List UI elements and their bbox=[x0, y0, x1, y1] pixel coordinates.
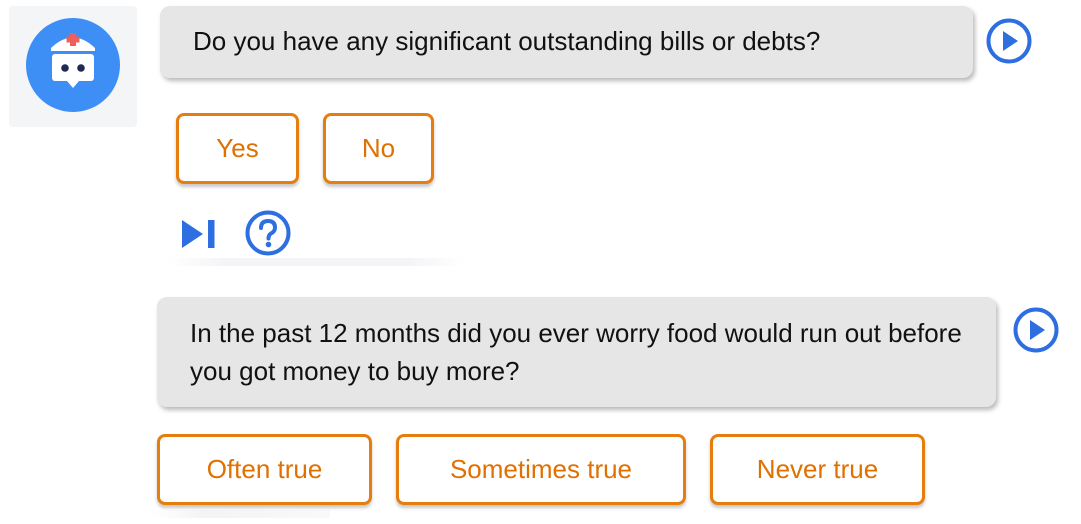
answer-button-yes[interactable]: Yes bbox=[176, 113, 299, 184]
bot-message-bubble: Do you have any significant outstanding … bbox=[160, 6, 973, 78]
bot-message-text: In the past 12 months did you ever worry… bbox=[190, 318, 962, 386]
nurse-bot-icon bbox=[26, 18, 120, 112]
divider bbox=[150, 510, 330, 518]
answer-label: Sometimes true bbox=[449, 454, 633, 484]
divider bbox=[168, 258, 465, 266]
skip-next-icon[interactable] bbox=[181, 218, 219, 250]
answer-button-sometimes-true[interactable]: Sometimes true bbox=[396, 434, 686, 505]
answer-button-never-true[interactable]: Never true bbox=[710, 434, 925, 505]
answer-label: No bbox=[361, 133, 396, 163]
chat-window: Do you have any significant outstanding … bbox=[0, 0, 1081, 524]
answer-button-often-true[interactable]: Often true bbox=[157, 434, 372, 505]
help-circle-icon[interactable] bbox=[244, 209, 292, 257]
play-circle-icon[interactable] bbox=[1012, 306, 1060, 354]
answer-button-no[interactable]: No bbox=[323, 113, 434, 184]
play-circle-icon[interactable] bbox=[985, 17, 1033, 65]
answer-label: Often true bbox=[206, 454, 323, 484]
bot-avatar bbox=[9, 6, 137, 127]
bot-message-text: Do you have any significant outstanding … bbox=[193, 26, 821, 56]
answer-label: Never true bbox=[756, 454, 879, 484]
answer-label: Yes bbox=[216, 133, 259, 163]
bot-message-bubble: In the past 12 months did you ever worry… bbox=[157, 297, 996, 407]
